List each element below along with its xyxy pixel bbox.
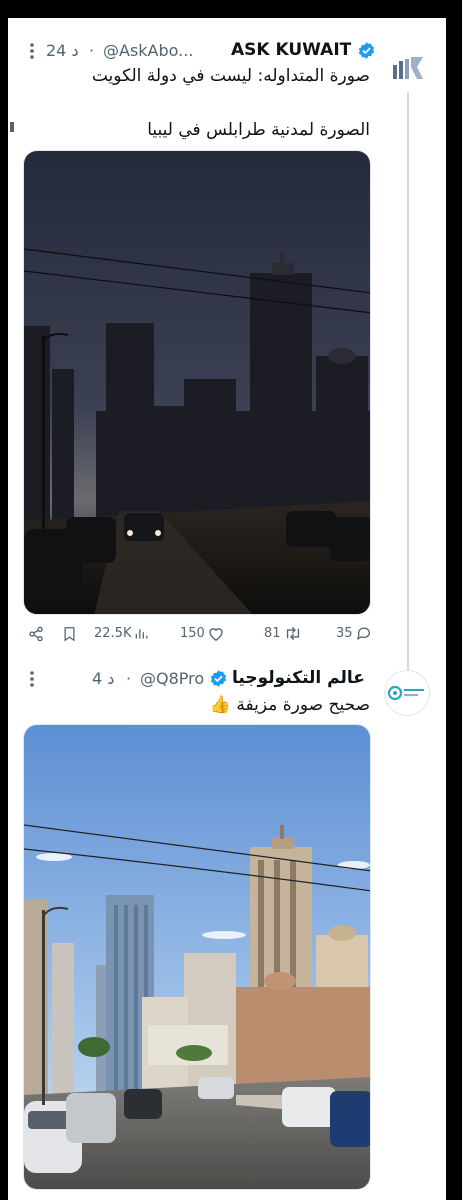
thread-connector-line (407, 92, 409, 686)
views-button[interactable]: 22.5K (94, 626, 148, 641)
share-icon[interactable] (28, 626, 44, 642)
tweet2-text-line1: صحيح صورة مزيفة 👍 (209, 695, 370, 715)
more-icon[interactable] (26, 668, 38, 694)
more-icon[interactable] (26, 40, 38, 66)
verified-icon (357, 41, 376, 64)
tweet1-action-bar: 22.5K 150 81 35 (28, 626, 370, 648)
tweet1-separator: · (89, 41, 95, 60)
retweet-button[interactable]: 81 (264, 626, 302, 641)
tweet-thread-card: 24 د · @AskAbo... ASK KUWAIT صورة المتدا… (8, 18, 446, 1200)
replies-count: 35 (336, 626, 353, 641)
scroll-indicator (10, 122, 14, 132)
tweet2-display-name[interactable]: عالم التكنولوجيا (232, 668, 365, 688)
tweet1-time[interactable]: 24 د (46, 41, 79, 60)
tweet2-photo-day-city[interactable] (23, 724, 371, 1190)
top-black-bar (0, 0, 462, 18)
retweet-icon (286, 626, 299, 641)
tweet1-display-name[interactable]: ASK KUWAIT (231, 40, 351, 60)
likes-count: 150 (180, 626, 205, 641)
bookmark-icon[interactable] (62, 626, 77, 642)
tweet1-header: 24 د · @AskAbo... ASK KUWAIT (26, 40, 376, 64)
verified-icon (209, 669, 228, 692)
askkuwait-logo-icon (393, 57, 423, 79)
tweet2-header: 4 د · @Q8Pro عالم التكنولوجيا (26, 668, 376, 692)
views-icon (136, 628, 148, 639)
tweet1-text-line2: الصورة لمدنية طرابلس في ليبيا (147, 120, 370, 140)
q8pro-logo-icon (387, 685, 424, 701)
like-icon (209, 628, 223, 641)
tweet2-time[interactable]: 4 د (92, 669, 114, 688)
reply-icon (356, 627, 370, 641)
tweet1-text-line1: صورة المتداوله: ليست في دولة الكويت (91, 66, 370, 86)
tweet1-handle[interactable]: @AskAbo... (103, 41, 193, 60)
reply-button[interactable]: 35 (336, 626, 372, 641)
tweet2-handle[interactable]: @Q8Pro (140, 669, 204, 688)
askkuwait-avatar[interactable] (386, 46, 430, 90)
like-button[interactable]: 150 (180, 626, 224, 641)
tweet2-separator: · (126, 669, 132, 688)
tweet1-photo-night-city[interactable] (23, 150, 371, 615)
q8pro-avatar[interactable] (384, 670, 430, 716)
views-count: 22.5K (94, 626, 132, 641)
retweets-count: 81 (264, 626, 281, 641)
